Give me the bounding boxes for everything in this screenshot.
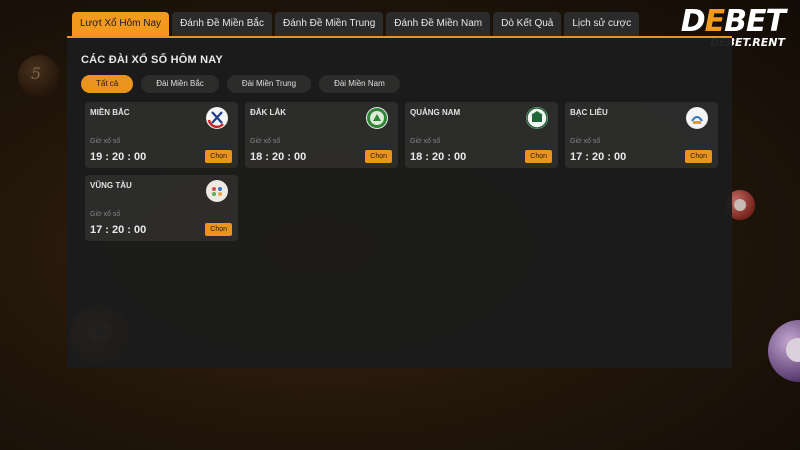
filter-all[interactable]: Tất cả bbox=[81, 75, 134, 93]
station-name: MIỀN BẮC bbox=[90, 108, 130, 117]
station-grid: MIỀN BẮC Giờ xổ số 19 : 20 : 00 Chọn ĐẮK… bbox=[85, 102, 718, 241]
billiard-ball-decoration bbox=[768, 320, 800, 382]
bac-lieu-logo-icon bbox=[686, 107, 708, 129]
station-card: BẠC LIÊU Giờ xổ số 17 : 20 : 00 Chọn bbox=[565, 102, 718, 168]
draw-time-label: Giờ xổ số bbox=[410, 138, 441, 145]
station-name: VŨNG TÀU bbox=[90, 181, 132, 190]
filter-mien-bac[interactable]: Đài Miền Bắc bbox=[141, 75, 219, 93]
top-tab-bar: Lượt Xổ Hôm Nay Đánh Đề Miền Bắc Đánh Đề… bbox=[72, 12, 640, 36]
tab-luot-xo-hom-nay[interactable]: Lượt Xổ Hôm Nay bbox=[72, 12, 170, 36]
station-name: BẠC LIÊU bbox=[570, 108, 608, 117]
tab-do-ket-qua[interactable]: Dò Kết Quả bbox=[493, 12, 562, 36]
mien-bac-logo-icon bbox=[206, 107, 228, 129]
tab-danh-de-mien-trung[interactable]: Đánh Đề Miền Trung bbox=[275, 12, 384, 36]
filter-mien-nam[interactable]: Đài Miền Nam bbox=[319, 75, 400, 93]
draw-time: 18 : 20 : 00 bbox=[410, 151, 467, 163]
choose-button[interactable]: Chọn bbox=[205, 223, 232, 236]
region-filter-bar: Tất cả Đài Miền Bắc Đài Miền Trung Đài M… bbox=[81, 75, 400, 93]
choose-button[interactable]: Chọn bbox=[205, 150, 232, 163]
station-card: MIỀN BẮC Giờ xổ số 19 : 20 : 00 Chọn bbox=[85, 102, 238, 168]
station-card: ĐẮK LẮK Giờ xổ số 18 : 20 : 00 Chọn bbox=[245, 102, 398, 168]
dak-lak-logo-icon bbox=[366, 107, 388, 129]
panel-title: CÁC ĐÀI XỔ SỐ HÔM NAY bbox=[81, 54, 223, 66]
vung-tau-logo-icon bbox=[206, 180, 228, 202]
filter-mien-trung[interactable]: Đài Miền Trung bbox=[226, 75, 312, 93]
logo-wordmark: DEBET bbox=[680, 4, 786, 39]
choose-button[interactable]: Chọn bbox=[525, 150, 552, 163]
draw-time-label: Giờ xổ số bbox=[90, 138, 121, 145]
choose-button[interactable]: Chọn bbox=[365, 150, 392, 163]
tab-danh-de-mien-nam[interactable]: Đánh Đề Miền Nam bbox=[386, 12, 491, 36]
station-name: QUẢNG NAM bbox=[410, 108, 461, 117]
station-card: VŨNG TÀU Giờ xổ số 17 : 20 : 00 Chọn bbox=[85, 175, 238, 241]
draw-time-label: Giờ xổ số bbox=[570, 138, 601, 145]
draw-time-label: Giờ xổ số bbox=[250, 138, 281, 145]
tab-lich-su-cuoc[interactable]: Lịch sử cược bbox=[564, 12, 640, 36]
lottery-panel: CÁC ĐÀI XỔ SỐ HÔM NAY Tất cả Đài Miền Bắ… bbox=[67, 36, 732, 368]
tab-danh-de-mien-bac[interactable]: Đánh Đề Miền Bắc bbox=[172, 12, 272, 36]
draw-time-label: Giờ xổ số bbox=[90, 211, 121, 218]
station-name: ĐẮK LẮK bbox=[250, 108, 286, 117]
billiard-ball-decoration: 5 bbox=[18, 55, 60, 97]
draw-time: 19 : 20 : 00 bbox=[90, 151, 147, 163]
station-card: QUẢNG NAM Giờ xổ số 18 : 20 : 00 Chọn bbox=[405, 102, 558, 168]
draw-time: 17 : 20 : 00 bbox=[90, 224, 147, 236]
quang-nam-logo-icon bbox=[526, 107, 548, 129]
draw-time: 18 : 20 : 00 bbox=[250, 151, 307, 163]
draw-time: 17 : 20 : 00 bbox=[570, 151, 627, 163]
choose-button[interactable]: Chọn bbox=[685, 150, 712, 163]
